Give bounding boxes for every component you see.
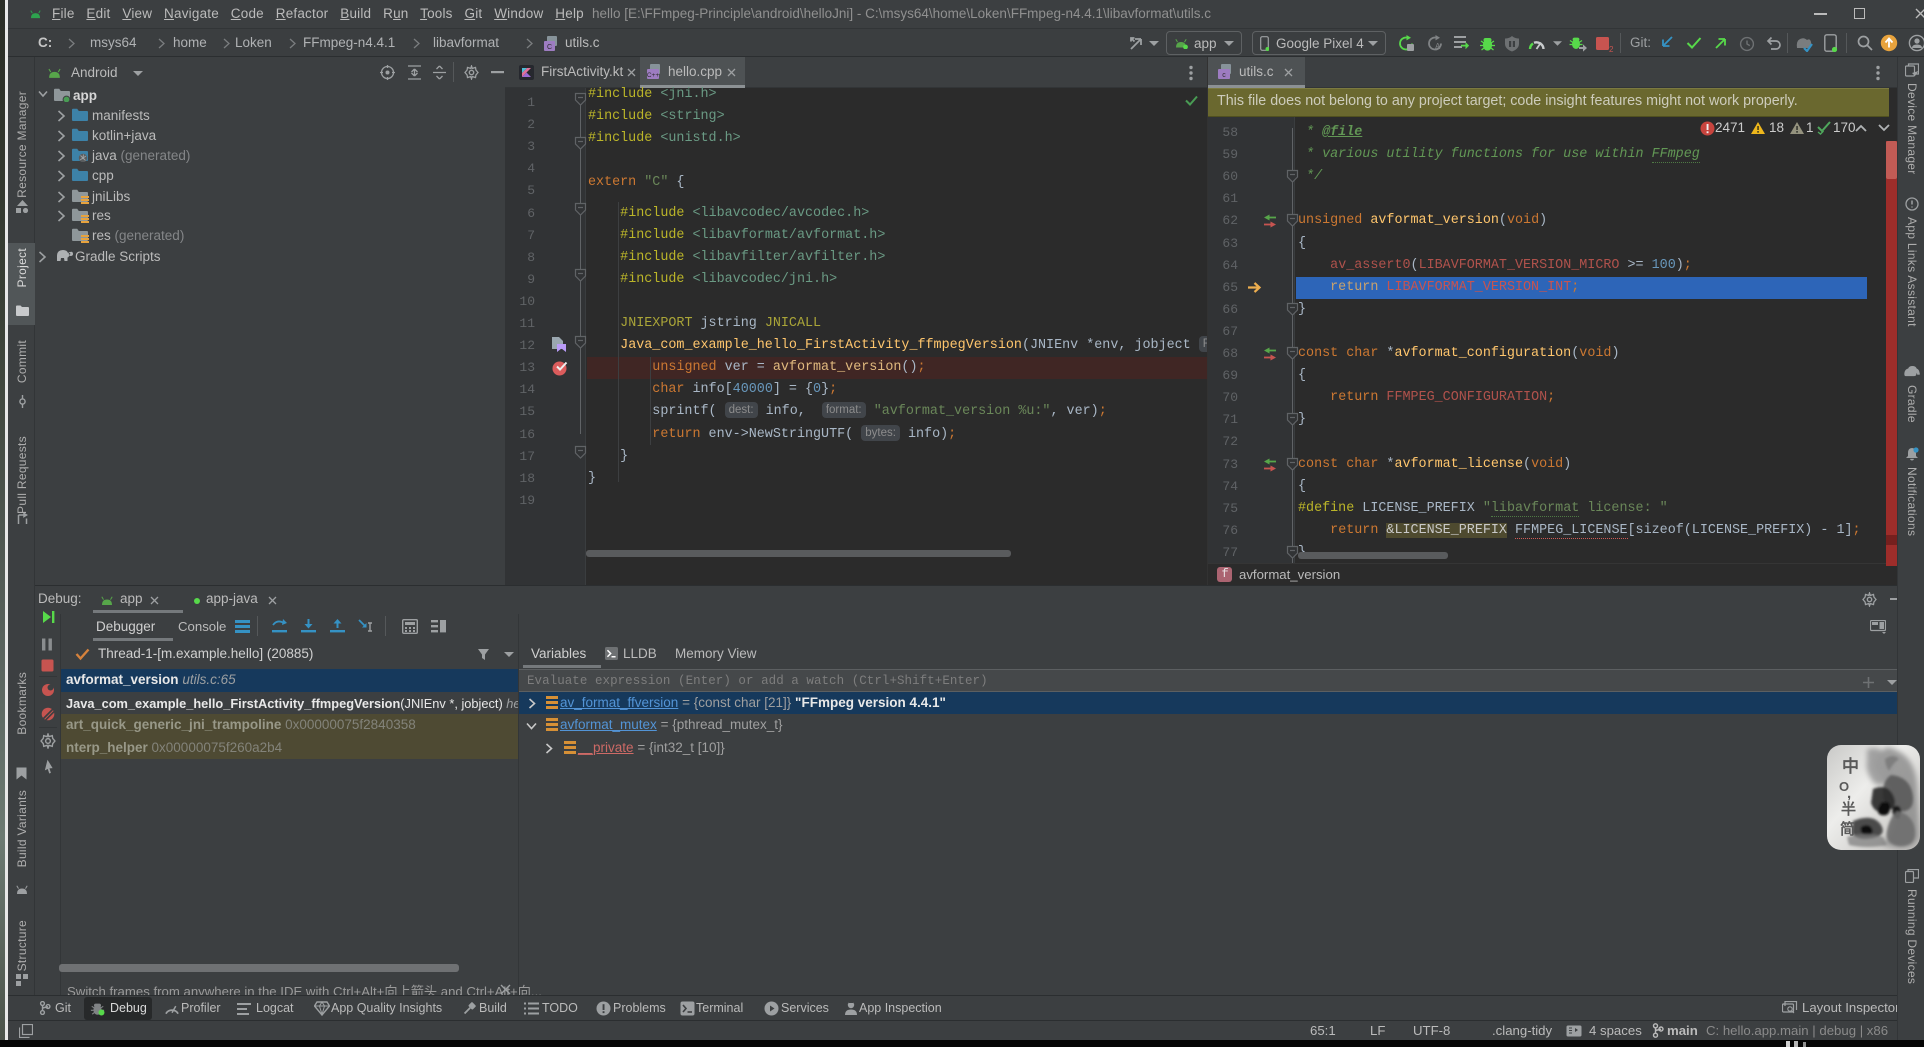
svg-text:2: 2: [1609, 45, 1614, 52]
svg-text:半: 半: [1841, 800, 1856, 818]
svg-text:c: c: [1222, 72, 1226, 79]
svg-text:,: ,: [1847, 785, 1851, 802]
svg-text:C: C: [547, 44, 552, 51]
svg-text:A: A: [1435, 42, 1441, 51]
svg-text:C++: C++: [647, 72, 659, 79]
svg-text:简: 简: [1840, 820, 1855, 838]
svg-text:中: 中: [1842, 756, 1859, 776]
